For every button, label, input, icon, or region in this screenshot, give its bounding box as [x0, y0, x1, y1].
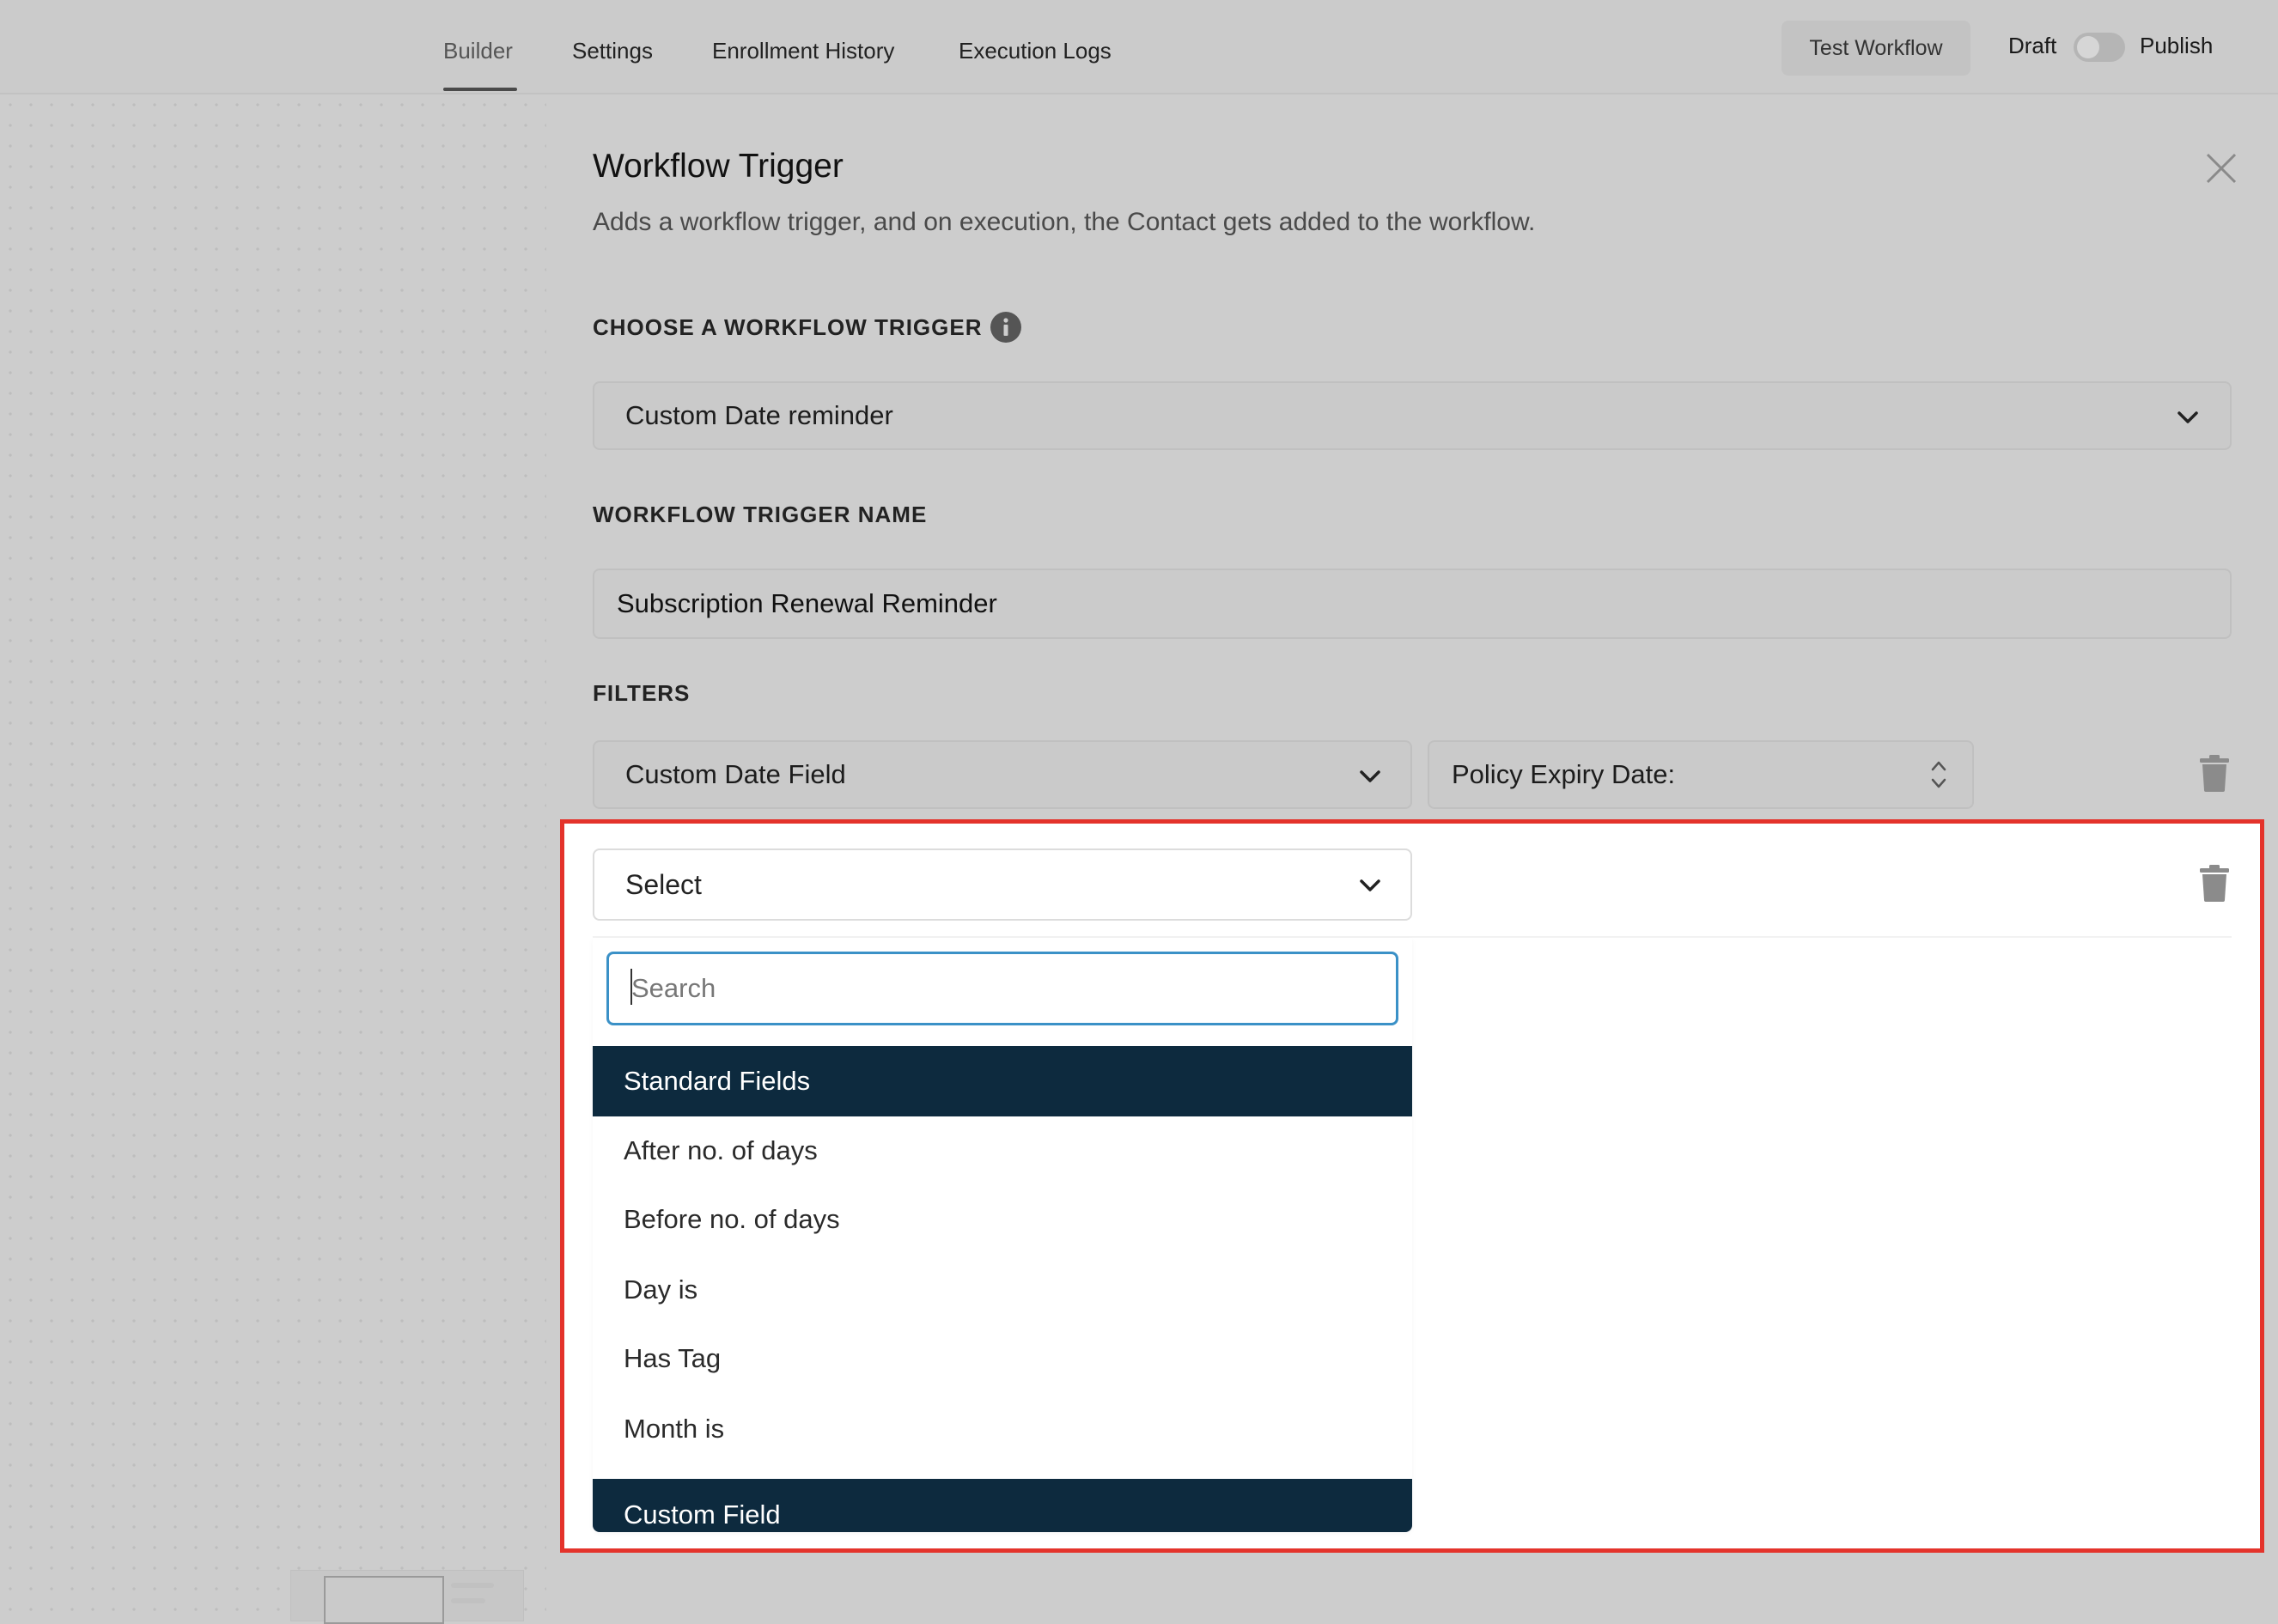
filter-condition-select[interactable]: Select: [593, 848, 1412, 921]
trigger-section-label: CHOOSE A WORKFLOW TRIGGER: [593, 314, 983, 340]
trigger-name-input[interactable]: [593, 569, 2232, 639]
panel-description: Adds a workflow trigger, and on executio…: [593, 208, 1536, 236]
tab-enrollment-history[interactable]: Enrollment History: [712, 38, 894, 64]
minimap-viewport[interactable]: [324, 1576, 444, 1624]
chevron-down-icon: [1360, 770, 1380, 782]
test-workflow-button[interactable]: Test Workflow: [1782, 21, 1970, 76]
filter-field-value: Custom Date Field: [625, 759, 846, 789]
option-before-no-of-days[interactable]: Before no. of days: [593, 1185, 1412, 1254]
tab-builder[interactable]: Builder: [443, 38, 513, 64]
filter-value-text: Policy Expiry Date:: [1452, 759, 1676, 789]
up-down-icon: [1931, 761, 1946, 788]
info-icon[interactable]: [990, 311, 1022, 344]
draft-label: Draft: [2008, 33, 2057, 58]
trash-icon[interactable]: [2199, 864, 2230, 902]
tab-settings[interactable]: Settings: [572, 38, 653, 64]
workflow-canvas[interactable]: [0, 94, 546, 1620]
canvas-minimap[interactable]: [290, 1570, 524, 1624]
trash-icon[interactable]: [2199, 754, 2230, 792]
tab-execution-logs[interactable]: Execution Logs: [959, 38, 1112, 64]
filter-condition-value: Select: [625, 868, 702, 900]
dropdown-search-input[interactable]: [606, 952, 1398, 1025]
option-has-tag[interactable]: Has Tag: [593, 1324, 1412, 1393]
publish-label: Publish: [2140, 33, 2214, 58]
trigger-type-select[interactable]: Custom Date reminder: [593, 381, 2232, 450]
group-header-standard-fields: Standard Fields: [593, 1046, 1412, 1116]
minimap-node: [451, 1598, 485, 1603]
chevron-down-icon: [2178, 411, 2198, 423]
filter-value-select[interactable]: Policy Expiry Date:: [1428, 740, 1974, 809]
panel-title: Workflow Trigger: [593, 148, 844, 185]
trigger-name-label: WORKFLOW TRIGGER NAME: [593, 502, 928, 527]
filters-label: FILTERS: [593, 680, 691, 706]
option-after-no-of-days[interactable]: After no. of days: [593, 1116, 1412, 1185]
group-header-custom-field: Custom Field: [593, 1479, 1412, 1532]
option-month-is[interactable]: Month is: [593, 1395, 1412, 1463]
chevron-down-icon: [1360, 879, 1380, 891]
close-icon[interactable]: [2204, 151, 2238, 186]
active-tab-indicator: [443, 88, 517, 91]
option-day-is[interactable]: Day is: [593, 1256, 1412, 1324]
trigger-type-value: Custom Date reminder: [625, 400, 893, 430]
text-cursor: [630, 969, 632, 1005]
filter-field-select[interactable]: Custom Date Field: [593, 740, 1412, 809]
minimap-node: [451, 1583, 494, 1588]
top-bar: Builder Settings Enrollment History Exec…: [0, 0, 2278, 94]
publish-toggle[interactable]: [2074, 33, 2125, 62]
filter-condition-dropdown: Standard Fields After no. of days Before…: [593, 938, 1412, 1532]
toggle-knob: [2077, 36, 2099, 58]
